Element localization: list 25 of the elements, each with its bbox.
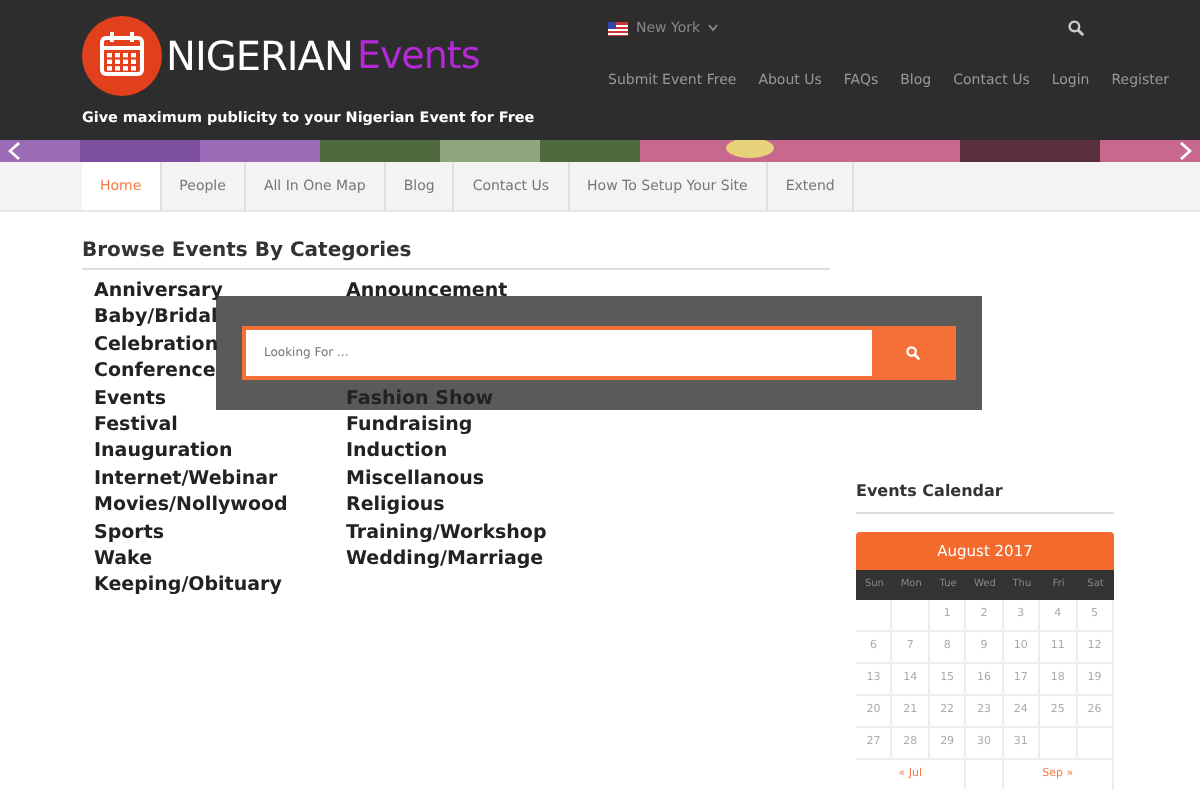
- category-link[interactable]: Training/Workshop: [346, 519, 598, 547]
- logo-text: NIGERIAN: [166, 32, 353, 80]
- calendar-logo-icon: [82, 16, 162, 96]
- category-link[interactable]: Festival: [94, 412, 346, 439]
- category-link[interactable]: Religious: [346, 492, 598, 520]
- category-link[interactable]: Events: [94, 385, 346, 413]
- widget-title: Events Calendar: [856, 482, 1114, 514]
- empty-day-cell: [892, 600, 930, 632]
- category-link[interactable]: Internet/Webinar: [94, 465, 346, 493]
- category-link[interactable]: Induction: [346, 438, 598, 466]
- category-link[interactable]: Inauguration: [94, 438, 346, 466]
- category-link[interactable]: Fundraising: [346, 411, 598, 439]
- section-title: Browse Events By Categories: [82, 240, 830, 270]
- category-link[interactable]: Miscellanous: [346, 465, 598, 493]
- category-link[interactable]: Anniversary: [94, 278, 346, 305]
- empty-day-cell: [856, 600, 893, 632]
- category-link[interactable]: Wedding/Marriage: [346, 546, 598, 573]
- search-icon[interactable]: [1068, 20, 1084, 36]
- category-link[interactable]: Movies/Nollywood: [94, 492, 346, 520]
- flag-icon: [608, 21, 628, 35]
- category-link[interactable]: Sports: [94, 519, 346, 547]
- logo-text: Events: [356, 34, 480, 78]
- category-link[interactable]: Wake Keeping/Obituary: [94, 546, 346, 600]
- caret-icon: [708, 24, 719, 32]
- category-link[interactable]: Baby/Bridal: [94, 304, 346, 332]
